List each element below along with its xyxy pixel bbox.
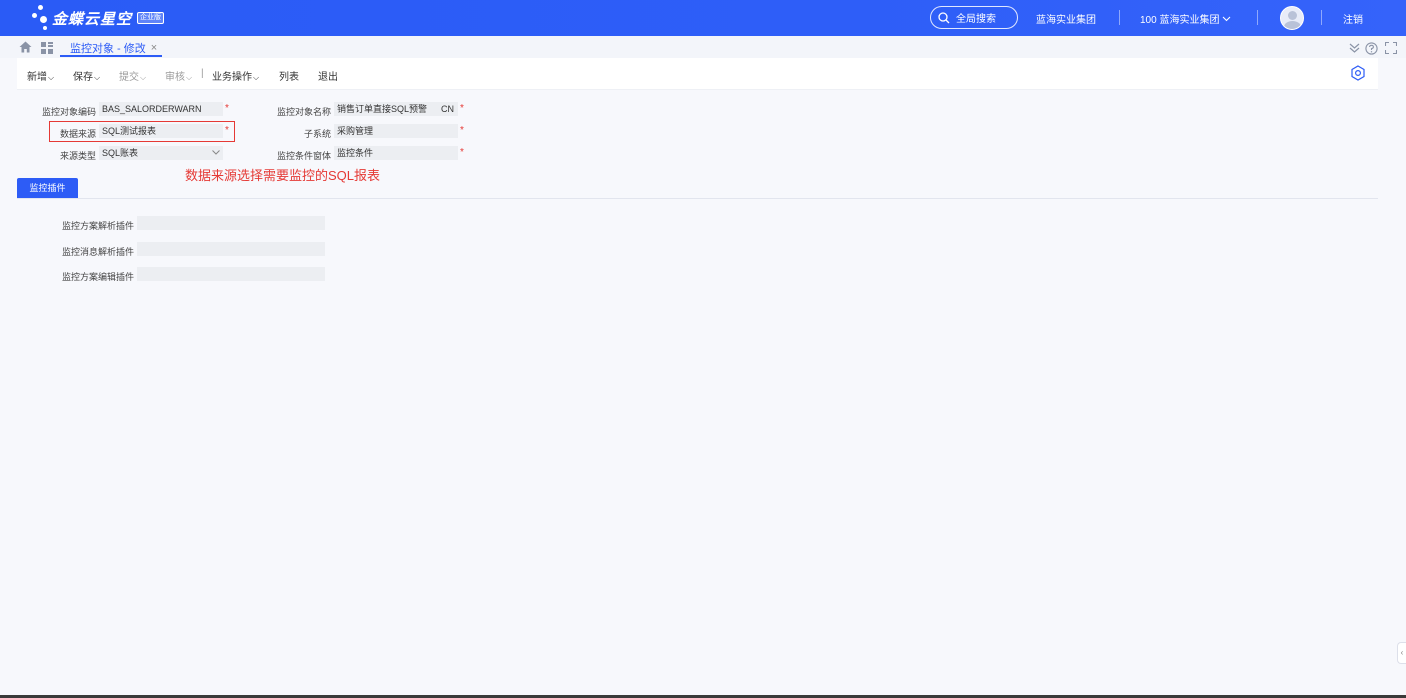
name-input[interactable]: 销售订单直接SQL预警 CN bbox=[334, 102, 458, 116]
business-ops-button[interactable]: 业务操作⌵ bbox=[212, 68, 259, 83]
fullscreen-icon[interactable] bbox=[1385, 42, 1397, 54]
chevron-down-icon: ⌵ bbox=[94, 73, 101, 82]
source-type-value: SQL账表 bbox=[102, 148, 139, 158]
header-divider bbox=[1257, 10, 1258, 25]
chevron-down-icon bbox=[1223, 16, 1231, 21]
audit-button[interactable]: 审核⌵ bbox=[165, 68, 192, 83]
scheme-edit-plugin-label: 监控方案编辑插件 bbox=[62, 272, 135, 282]
top-header: 金蝶云星空 企业版 全局搜索 蓝海实业集团 100 蓝海实业集团 注销 bbox=[0, 0, 1406, 36]
search-icon bbox=[938, 11, 950, 23]
header-divider bbox=[1119, 10, 1120, 25]
logout-link[interactable]: 注销 bbox=[1343, 11, 1363, 26]
language-tag[interactable]: CN bbox=[441, 102, 454, 116]
annotation-highlight-box bbox=[49, 121, 235, 142]
tab-monitor-plugins[interactable]: 监控插件 bbox=[17, 178, 78, 198]
double-chevron-down-icon[interactable] bbox=[1349, 43, 1360, 54]
chevron-down-icon: ⌵ bbox=[186, 73, 193, 82]
subsystem-label: 子系统 bbox=[304, 129, 332, 139]
source-type-label: 来源类型 bbox=[60, 151, 97, 161]
org-select-dropdown[interactable]: 100 蓝海实业集团 bbox=[1140, 11, 1231, 26]
toolbar: 新增⌵ 保存⌵ 提交⌵ 审核⌵ | 业务操作⌵ 列表 退出 bbox=[17, 58, 1378, 90]
condition-input[interactable]: 监控条件 bbox=[334, 146, 458, 160]
header-divider bbox=[1321, 10, 1322, 25]
name-label: 监控对象名称 bbox=[277, 107, 332, 117]
scheme-parse-plugin-label: 监控方案解析插件 bbox=[62, 221, 135, 231]
save-button[interactable]: 保存⌵ bbox=[73, 68, 100, 83]
chevron-down-icon: ⌵ bbox=[48, 73, 55, 82]
global-search-label: 全局搜索 bbox=[956, 14, 996, 25]
save-label: 保存 bbox=[73, 72, 93, 83]
exit-button[interactable]: 退出 bbox=[318, 68, 338, 83]
subsystem-input[interactable]: 采购管理 bbox=[334, 124, 458, 138]
close-icon[interactable]: × bbox=[151, 42, 157, 54]
user-avatar[interactable] bbox=[1280, 6, 1304, 30]
new-button[interactable]: 新增⌵ bbox=[27, 68, 54, 83]
org-select-label: 100 蓝海实业集团 bbox=[1140, 15, 1220, 26]
tab-bar bbox=[0, 36, 1406, 58]
business-ops-label: 业务操作 bbox=[212, 72, 252, 83]
required-marker: * bbox=[460, 147, 464, 158]
condition-label: 监控条件窗体 bbox=[277, 151, 332, 161]
code-input[interactable]: BAS_SALORDERWARN bbox=[99, 102, 223, 116]
submit-label: 提交 bbox=[119, 72, 139, 83]
code-label: 监控对象编码 bbox=[42, 107, 97, 117]
scheme-edit-plugin-input[interactable] bbox=[137, 267, 325, 281]
required-marker: * bbox=[460, 103, 464, 114]
scheme-parse-plugin-input[interactable] bbox=[137, 216, 325, 230]
tab-label: 监控对象 - 修改 bbox=[70, 42, 146, 55]
required-marker: * bbox=[225, 103, 229, 114]
audit-label: 审核 bbox=[165, 72, 185, 83]
home-icon[interactable] bbox=[19, 41, 32, 53]
list-button[interactable]: 列表 bbox=[279, 68, 299, 83]
active-tab-indicator bbox=[60, 55, 162, 57]
chevron-down-icon: ⌵ bbox=[140, 73, 147, 82]
section-divider bbox=[17, 198, 1378, 199]
edition-badge: 企业版 bbox=[137, 12, 165, 24]
gear-icon[interactable] bbox=[1350, 65, 1366, 81]
global-search-button[interactable]: 全局搜索 bbox=[930, 6, 1018, 29]
new-label: 新增 bbox=[27, 72, 47, 83]
logo-text: 金蝶云星空 bbox=[52, 10, 133, 28]
required-marker: * bbox=[460, 125, 464, 136]
org-group-link[interactable]: 蓝海实业集团 bbox=[1036, 11, 1096, 26]
help-icon[interactable] bbox=[1365, 42, 1378, 55]
source-type-select[interactable]: SQL账表 bbox=[99, 146, 223, 160]
annotation-text: 数据来源选择需要监控的SQL报表 bbox=[185, 168, 381, 183]
message-parse-plugin-label: 监控消息解析插件 bbox=[62, 247, 135, 257]
toolbar-separator: | bbox=[201, 68, 204, 79]
name-value: 销售订单直接SQL预警 bbox=[337, 104, 428, 114]
chevron-down-icon: ⌵ bbox=[253, 73, 260, 82]
logo-dots-icon bbox=[30, 5, 50, 31]
chevron-down-icon bbox=[212, 150, 220, 155]
app-logo[interactable]: 金蝶云星空 企业版 bbox=[30, 4, 165, 32]
submit-button[interactable]: 提交⌵ bbox=[119, 68, 146, 83]
app-grid-icon[interactable] bbox=[41, 42, 53, 54]
side-panel-toggle[interactable]: ‹ bbox=[1397, 642, 1406, 664]
message-parse-plugin-input[interactable] bbox=[137, 242, 325, 256]
